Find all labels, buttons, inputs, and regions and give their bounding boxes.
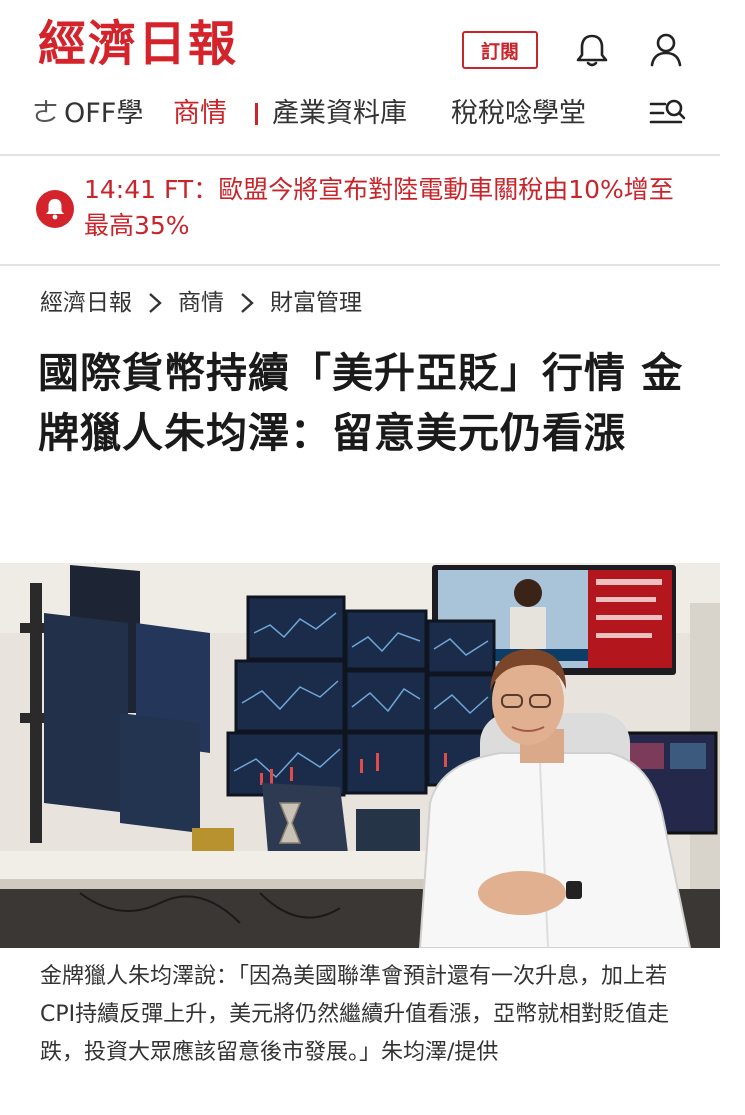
nav-active-divider — [255, 103, 258, 125]
nav-item-industry-database[interactable]: 產業資料庫 — [272, 92, 407, 136]
breadcrumb-business[interactable]: 商情 — [178, 284, 224, 322]
breadcrumb: 經濟日報 商情 財富管理 — [40, 284, 362, 322]
site-header: 經濟日報 訂閱 — [0, 0, 745, 90]
menu-search-icon[interactable] — [647, 94, 687, 134]
nav-item-business[interactable]: 商情 — [173, 92, 227, 136]
site-logo[interactable]: 經濟日報 — [38, 14, 238, 74]
breadcrumb-home[interactable]: 經濟日報 — [40, 284, 132, 322]
chevron-right-icon — [149, 293, 162, 313]
nav-item-tax-school[interactable]: 稅稅唸學堂 — [451, 92, 586, 136]
breaking-news-headline[interactable]: 14:41 FT：歐盟今將宣布對陸電動車關稅由10%增至最高35% — [84, 172, 684, 244]
photo-caption: 金牌獵人朱均澤說：「因為美國聯準會預計還有一次升息，加上若CPI持續反彈上升，美… — [40, 964, 670, 1065]
breaking-divider — [0, 264, 720, 266]
chevron-right-icon — [241, 293, 254, 313]
article-page: 經濟日報 訂閱 ㄜ OFF學 商情 產業資料庫 稅稅唸學堂 14:41 FT：歐… — [0, 0, 745, 1115]
nav-item-off[interactable]: OFF學 — [64, 92, 143, 136]
breadcrumb-wealth-management[interactable]: 財富管理 — [270, 284, 362, 322]
user-icon[interactable] — [646, 30, 686, 70]
article-title: 國際貨幣持續「美升亞貶」行情 金牌獵人朱均澤：留意美元仍看漲 — [38, 349, 684, 457]
subscribe-button[interactable]: 訂閱 — [462, 31, 538, 69]
category-nav: ㄜ OFF學 商情 產業資料庫 稅稅唸學堂 — [0, 92, 745, 136]
article-photo[interactable] — [0, 563, 720, 948]
nav-item-partial[interactable]: ㄜ — [32, 92, 59, 136]
alert-bell-icon — [36, 190, 74, 228]
bell-icon[interactable] — [572, 30, 612, 70]
nav-divider — [0, 154, 720, 156]
